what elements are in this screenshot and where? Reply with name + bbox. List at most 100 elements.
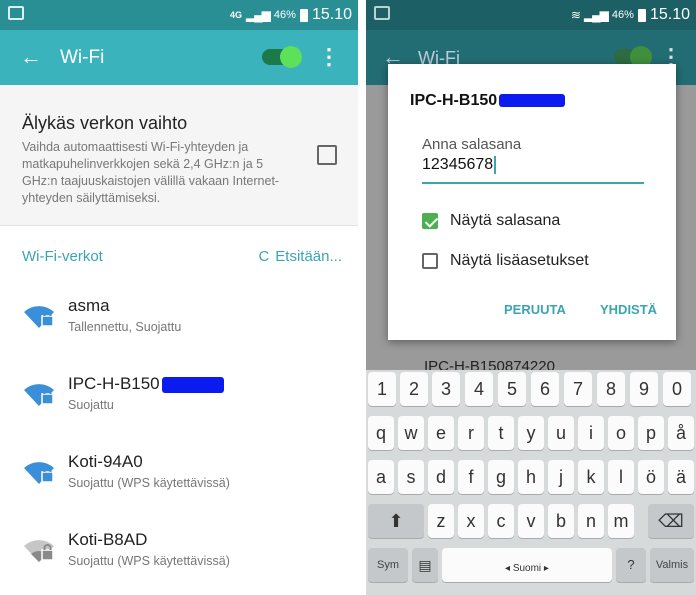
key[interactable]: r [458, 416, 484, 450]
keyboard-row-3: ⬆ z x c v b n m ⌫ [366, 504, 696, 540]
screenshot-divider [358, 0, 366, 595]
key[interactable]: o [608, 416, 634, 450]
connect-button[interactable]: YHDISTÄ [600, 302, 657, 317]
wifi-networks-header: Wi-Fi-verkot [22, 248, 103, 265]
key[interactable]: n [578, 504, 604, 538]
key[interactable]: i [578, 416, 604, 450]
key[interactable]: m [608, 504, 634, 538]
network-item-ipc[interactable]: IPC-H-B150 Suojattu [0, 362, 358, 432]
key[interactable]: 6 [531, 372, 559, 406]
wifi-locked-icon [24, 384, 54, 406]
key[interactable]: h [518, 460, 544, 494]
network-name: IPC-H-B150 [68, 374, 224, 394]
keyboard-number-row: 1 2 3 4 5 6 7 8 9 0 [366, 372, 696, 408]
shift-key[interactable]: ⬆ [368, 504, 424, 538]
key[interactable]: 2 [400, 372, 428, 406]
key[interactable]: g [488, 460, 514, 494]
key[interactable]: j [548, 460, 574, 494]
battery-percent: 46% [611, 9, 634, 21]
redaction-mark [499, 94, 566, 108]
show-password-option[interactable]: Näytä salasana [422, 212, 560, 230]
clock: 15.10 [311, 6, 352, 23]
password-dialog-screen: ≋ ▂▄▆ 46% 15.10 ← Wi-Fi ⋮ IPC-H-B1508742… [366, 0, 696, 595]
keyboard-row-2: a s d f g h j k l ö ä [366, 460, 696, 496]
key[interactable]: 1 [368, 372, 396, 406]
network-status: Tallennettu, Suojattu [68, 320, 182, 334]
key[interactable]: 9 [630, 372, 658, 406]
wifi-settings-screen: 4G ▂▄▆ 46% 15.10 ← Wi-Fi ⋮ Älykäs verkon… [0, 0, 358, 595]
show-password-checkbox[interactable] [422, 213, 438, 229]
scan-status[interactable]: C Etsitään... [258, 248, 342, 265]
key[interactable]: 0 [663, 372, 691, 406]
password-field[interactable]: 12345678 [422, 156, 644, 184]
key[interactable]: 3 [432, 372, 460, 406]
key[interactable]: d [428, 460, 454, 494]
key[interactable]: k [578, 460, 604, 494]
space-key[interactable]: ◂ Suomi ▸ [442, 548, 612, 582]
advanced-options-checkbox[interactable] [422, 253, 438, 269]
key[interactable]: c [488, 504, 514, 538]
done-key[interactable]: Valmis [650, 548, 694, 582]
smart-switch-checkbox[interactable] [317, 145, 337, 165]
key[interactable]: ä [668, 460, 694, 494]
key[interactable]: 7 [564, 372, 592, 406]
wifi-toggle[interactable] [262, 46, 302, 68]
key[interactable]: q [368, 416, 394, 450]
refresh-icon: C [258, 248, 270, 265]
network-type-indicator: 4G [229, 10, 242, 20]
network-status: Suojattu (WPS käytettävissä) [68, 476, 230, 490]
key[interactable]: s [398, 460, 424, 494]
key[interactable]: l [608, 460, 634, 494]
key[interactable]: f [458, 460, 484, 494]
network-item-koti-94a0[interactable]: Koti-94A0 Suojattu (WPS käytettävissä) [0, 440, 358, 510]
key[interactable]: x [458, 504, 484, 538]
wifi-status-icon: ≋ [570, 8, 581, 22]
toggle-knob [280, 46, 302, 68]
password-label: Anna salasana [422, 136, 522, 153]
gallery-notification-icon [8, 6, 24, 20]
advanced-options-option[interactable]: Näytä lisäasetukset [422, 252, 589, 270]
signal-icon: ▂▄▆ [583, 8, 609, 22]
network-name: Koti-94A0 [68, 452, 143, 471]
network-name: asma [68, 296, 110, 315]
wifi-locked-weak-icon [24, 540, 54, 562]
gallery-notification-icon [374, 6, 390, 20]
more-options-icon[interactable]: ⋮ [318, 44, 340, 70]
key[interactable]: v [518, 504, 544, 538]
wifi-locked-icon [24, 462, 54, 484]
backspace-key[interactable]: ⌫ [648, 504, 694, 538]
key[interactable]: å [668, 416, 694, 450]
key[interactable]: y [518, 416, 544, 450]
key[interactable]: p [638, 416, 664, 450]
key[interactable]: 4 [465, 372, 493, 406]
key[interactable]: b [548, 504, 574, 538]
network-status: Suojattu (WPS käytettävissä) [68, 554, 230, 568]
network-name: Koti-B8AD [68, 530, 148, 549]
key[interactable]: 5 [498, 372, 526, 406]
key[interactable]: a [368, 460, 394, 494]
key[interactable]: t [488, 416, 514, 450]
network-item-koti-b8ad[interactable]: Koti-B8AD Suojattu (WPS käytettävissä) [0, 518, 358, 588]
key[interactable]: e [428, 416, 454, 450]
key[interactable]: 8 [597, 372, 625, 406]
symbols-key[interactable]: Sym [368, 548, 408, 582]
cancel-button[interactable]: PERUUTA [504, 302, 566, 317]
key[interactable]: w [398, 416, 424, 450]
network-status: Suojattu [68, 398, 114, 412]
smart-network-switch[interactable]: Älykäs verkon vaihto Vaihda automaattise… [0, 85, 358, 225]
clipboard-key-icon[interactable]: ▤ [412, 548, 438, 582]
smart-switch-title: Älykäs verkon vaihto [22, 113, 188, 133]
punctuation-key[interactable]: ? [616, 548, 646, 582]
show-password-label: Näytä salasana [450, 212, 561, 229]
advanced-options-label: Näytä lisäasetukset [450, 252, 589, 269]
key[interactable]: u [548, 416, 574, 450]
key[interactable]: z [428, 504, 454, 538]
network-item-asma[interactable]: asma Tallennettu, Suojattu [0, 284, 358, 354]
battery-icon [637, 8, 646, 22]
key[interactable]: ö [638, 460, 664, 494]
back-arrow-icon[interactable]: ← [20, 44, 42, 70]
redaction-mark [161, 376, 224, 393]
keyboard-row-bottom: Sym ▤ ◂ Suomi ▸ ? Valmis [366, 548, 696, 584]
password-dialog: IPC-H-B150 Anna salasana 12345678 Näytä … [388, 64, 676, 340]
clock: 15.10 [649, 6, 690, 23]
